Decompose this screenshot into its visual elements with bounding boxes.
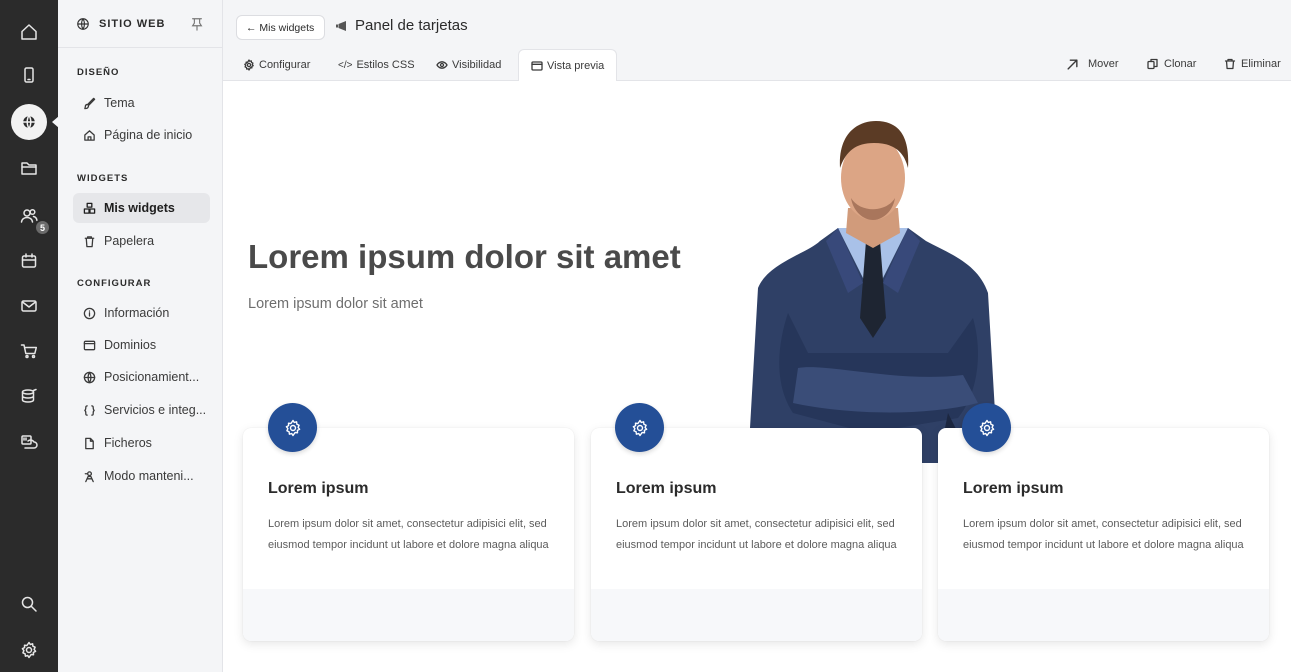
card-footer bbox=[243, 589, 574, 641]
hero-title: Lorem ipsum dolor sit amet bbox=[248, 238, 681, 275]
calendar-icon[interactable] bbox=[11, 243, 47, 279]
clone-label: Clonar bbox=[1164, 58, 1197, 70]
card-text: Lorem ipsum dolor sit amet, consectetur … bbox=[268, 518, 549, 551]
sidebar-item-label: Mis widgets bbox=[104, 201, 175, 215]
sidebar-item-seo[interactable]: Posicionamient... bbox=[73, 362, 210, 392]
trash-icon bbox=[84, 235, 95, 247]
businessman-image bbox=[748, 121, 998, 463]
feature-card: Lorem ipsum Lorem ipsum dolor sit amet, … bbox=[243, 428, 574, 641]
move-button[interactable]: Mover bbox=[1066, 49, 1119, 79]
card-text: Lorem ipsum dolor sit amet, consectetur … bbox=[963, 518, 1244, 551]
users-icon[interactable]: 5 bbox=[11, 198, 51, 236]
tab-label: Estilos CSS bbox=[356, 59, 415, 71]
home-icon[interactable] bbox=[11, 14, 47, 50]
editor-topbar: ← Mis widgets Panel de tarjetas Configur… bbox=[223, 0, 1291, 82]
gear-icon[interactable] bbox=[11, 632, 47, 668]
sidebar-item-information[interactable]: Información bbox=[73, 298, 210, 328]
widget-preview: Lorem ipsum dolor sit amet Lorem ipsum d… bbox=[223, 81, 1291, 672]
card-gear-icon bbox=[268, 403, 317, 452]
mobile-icon[interactable] bbox=[11, 57, 47, 93]
arrow-up-right-icon bbox=[1067, 58, 1078, 70]
card-footer bbox=[938, 589, 1269, 641]
eye-icon bbox=[436, 61, 448, 69]
gear-icon bbox=[244, 59, 254, 71]
app-rail: 5 bbox=[0, 0, 59, 672]
card-text: Lorem ipsum dolor sit amet, consectetur … bbox=[616, 518, 897, 551]
cloud-icon[interactable] bbox=[11, 424, 47, 460]
info-icon bbox=[83, 307, 96, 319]
sidebar-item-label: Papelera bbox=[104, 234, 155, 248]
tab-visibility[interactable]: Visibilidad bbox=[424, 49, 513, 81]
sidebar-item-home-page[interactable]: Página de inicio bbox=[73, 120, 210, 150]
database-icon[interactable] bbox=[11, 378, 47, 414]
widgets-icon bbox=[83, 202, 96, 214]
sidebar-item-domains[interactable]: Dominios bbox=[73, 330, 210, 360]
code-icon: </> bbox=[338, 59, 353, 71]
tab-label: Vista previa bbox=[547, 59, 605, 72]
brush-icon bbox=[84, 97, 96, 109]
sidebar-item-label: Servicios e integ... bbox=[104, 403, 207, 417]
sidebar-item-label: Dominios bbox=[104, 338, 157, 352]
site-sidebar: SITIO WEB DISEÑO Tema Página de inicio W… bbox=[58, 0, 223, 672]
delete-label: Eliminar bbox=[1241, 58, 1281, 70]
globe-icon bbox=[83, 371, 96, 383]
users-count-badge: 5 bbox=[34, 219, 51, 236]
home-icon bbox=[84, 129, 95, 141]
folder-icon[interactable] bbox=[11, 150, 47, 186]
sidebar-item-label: Información bbox=[104, 306, 170, 320]
cart-icon[interactable] bbox=[11, 333, 47, 369]
search-icon[interactable] bbox=[11, 586, 47, 622]
section-configure: CONFIGURAR bbox=[77, 278, 152, 289]
delete-button[interactable]: Eliminar bbox=[1224, 49, 1281, 79]
move-label: Mover bbox=[1088, 58, 1119, 70]
tab-label: Configurar bbox=[259, 59, 311, 71]
sidebar-item-maintenance[interactable]: Modo manteni... bbox=[73, 461, 210, 491]
braces-icon bbox=[84, 404, 95, 416]
megaphone-icon bbox=[336, 20, 346, 31]
sidebar-item-label: Posicionamient... bbox=[104, 370, 200, 384]
sidebar-header: SITIO WEB bbox=[58, 0, 222, 48]
sidebar-item-label: Ficheros bbox=[104, 436, 152, 450]
sidebar-item-label: Tema bbox=[104, 96, 135, 110]
sidebar-item-trash[interactable]: Papelera bbox=[73, 226, 210, 256]
card-gear-icon bbox=[615, 403, 664, 452]
section-widgets: WIDGETS bbox=[77, 173, 129, 184]
tab-configure[interactable]: Configurar bbox=[231, 49, 322, 81]
browser-icon bbox=[83, 340, 96, 350]
trash-icon bbox=[1224, 58, 1236, 70]
card-title: Lorem ipsum bbox=[616, 480, 717, 497]
panel-title-text: Panel de tarjetas bbox=[355, 17, 468, 34]
file-icon bbox=[85, 437, 94, 449]
sidebar-item-my-widgets[interactable]: Mis widgets bbox=[73, 193, 210, 223]
section-design: DISEÑO bbox=[77, 67, 120, 78]
copy-icon bbox=[1147, 58, 1158, 70]
card-title: Lorem ipsum bbox=[963, 480, 1064, 497]
card-gear-icon bbox=[962, 403, 1011, 452]
sidebar-title: SITIO WEB bbox=[99, 17, 166, 30]
feature-card: Lorem ipsum Lorem ipsum dolor sit amet, … bbox=[591, 428, 922, 641]
tab-css[interactable]: </> Estilos CSS bbox=[326, 49, 427, 81]
browser-icon bbox=[531, 60, 543, 71]
panel-title: Panel de tarjetas bbox=[335, 17, 468, 34]
pin-icon[interactable] bbox=[190, 17, 204, 31]
sidebar-item-services[interactable]: Servicios e integ... bbox=[73, 395, 210, 425]
sidebar-item-label: Modo manteni... bbox=[104, 469, 194, 483]
clone-button[interactable]: Clonar bbox=[1147, 49, 1196, 79]
sidebar-item-theme[interactable]: Tema bbox=[73, 88, 210, 118]
tab-preview[interactable]: Vista previa bbox=[518, 49, 618, 82]
globe-icon bbox=[77, 17, 89, 30]
tab-label: Visibilidad bbox=[452, 59, 502, 71]
sidebar-item-files[interactable]: Ficheros bbox=[73, 428, 210, 458]
card-footer bbox=[591, 589, 922, 641]
back-to-widgets-button[interactable]: ← Mis widgets bbox=[236, 15, 326, 40]
worker-icon bbox=[84, 470, 94, 482]
feature-card: Lorem ipsum Lorem ipsum dolor sit amet, … bbox=[938, 428, 1269, 641]
mail-icon[interactable] bbox=[11, 288, 47, 324]
globe-icon[interactable] bbox=[11, 104, 47, 140]
card-title: Lorem ipsum bbox=[268, 480, 369, 497]
hero-subtitle: Lorem ipsum dolor sit amet bbox=[248, 296, 423, 312]
sidebar-item-label: Página de inicio bbox=[104, 128, 193, 142]
